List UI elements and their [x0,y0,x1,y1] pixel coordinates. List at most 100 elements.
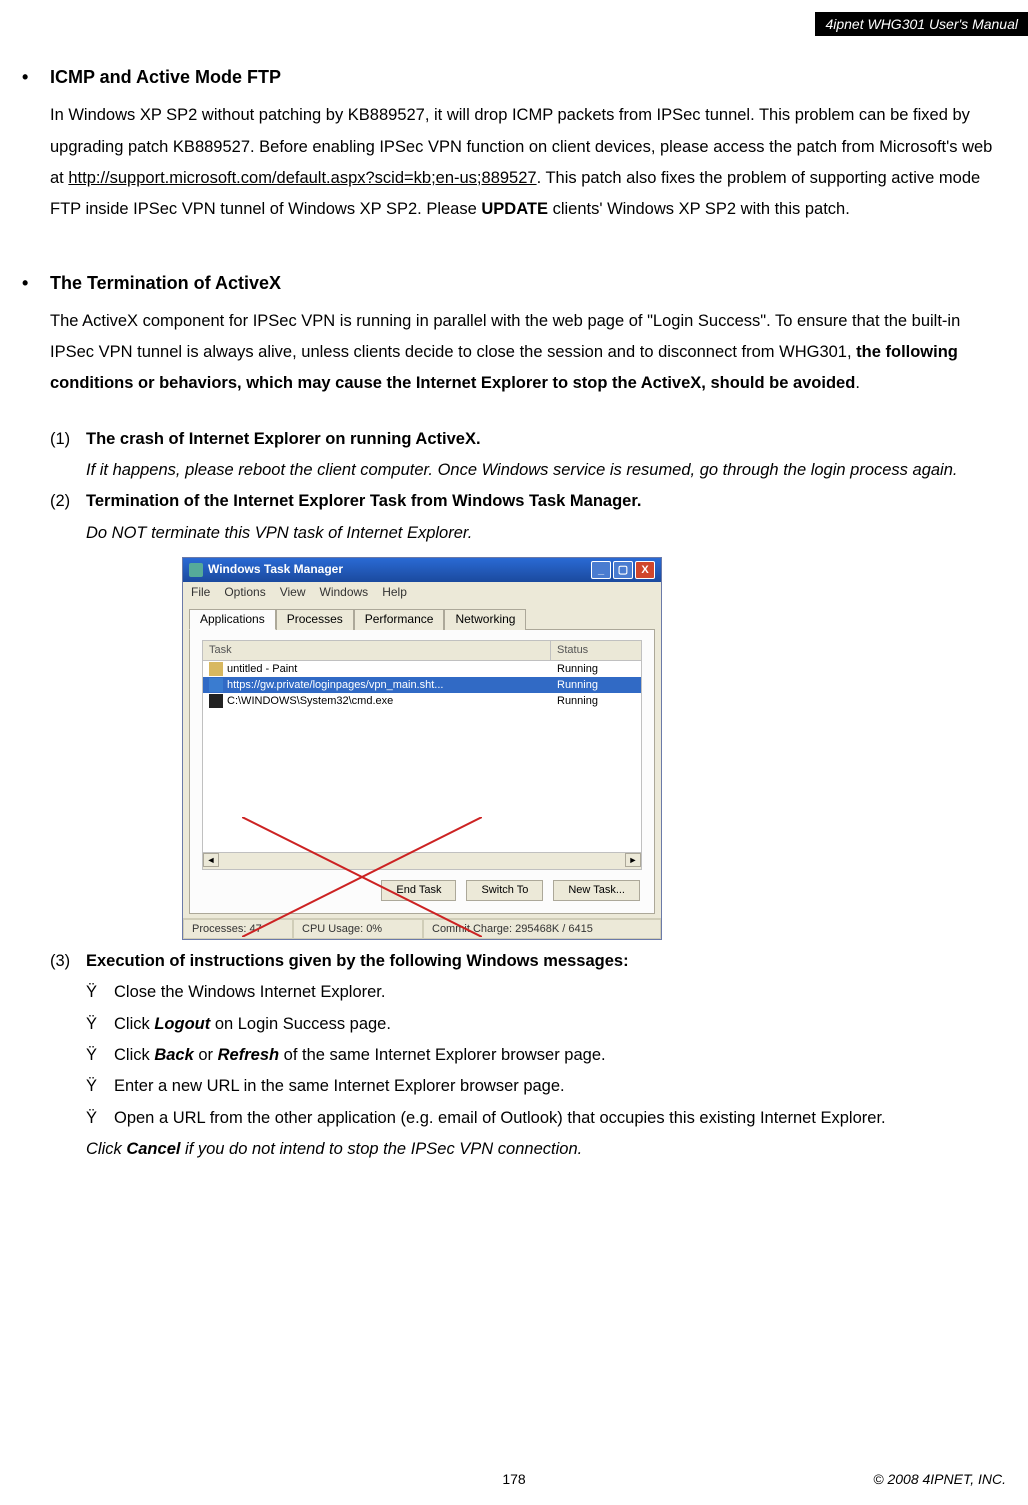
text: . [855,374,860,392]
tab-networking[interactable]: Networking [444,609,526,631]
document-body: •ICMP and Active Mode FTP In Windows XP … [0,0,1028,1165]
scroll-right-icon[interactable]: ► [625,853,641,867]
heading-text: The Termination of ActiveX [50,273,281,293]
numbered-list-continued: (3) Execution of instructions given by t… [50,946,1006,1165]
list-item: (2) Termination of the Internet Explorer… [50,486,1006,549]
list-item: (3) Execution of instructions given by t… [50,946,1006,977]
maximize-button[interactable]: ▢ [613,561,633,579]
header-title: 4ipnet WHG301 User's Manual [825,16,1018,32]
text: or [194,1046,218,1064]
new-task-button[interactable]: New Task... [553,880,640,900]
page-number: 178 [502,1471,525,1487]
task-list: Task Status untitled - Paint Running htt… [202,640,642,870]
tab-processes[interactable]: Processes [276,609,354,631]
switch-to-button[interactable]: Switch To [466,880,543,900]
cmd-icon [209,694,223,708]
tab-bar: Applications Processes Performance Netwo… [183,604,661,630]
section-paragraph: The ActiveX component for IPSec VPN is r… [50,306,1006,400]
statusbar: Processes: 47 CPU Usage: 0% Commit Charg… [183,918,661,939]
note: Click Cancel if you do not intend to sto… [86,1134,1006,1165]
bullet-icon: Ÿ [86,1103,114,1134]
task-name: C:\WINDOWS\System32\cmd.exe [227,694,557,708]
menu-item[interactable]: Help [382,585,407,601]
list-item: (1) The crash of Internet Explorer on ru… [50,424,1006,487]
sub-item: Ÿ Click Back or Refresh of the same Inte… [86,1040,1006,1071]
text: of the same Internet Explorer browser pa… [279,1046,606,1064]
status-cpu: CPU Usage: 0% [293,919,423,939]
item-number: (2) [50,486,86,549]
section-paragraph: In Windows XP SP2 without patching by KB… [50,100,1006,225]
taskmgr-screenshot: Windows Task Manager _ ▢ X File Options … [182,557,662,940]
sub-item: Ÿ Close the Windows Internet Explorer. [86,977,1006,1008]
sub-item: Ÿ Open a URL from the other application … [86,1103,1006,1134]
col-status[interactable]: Status [551,641,641,659]
status-processes: Processes: 47 [183,919,293,939]
text: on Login Success page. [210,1015,391,1033]
taskmgr-window: Windows Task Manager _ ▢ X File Options … [182,557,662,940]
section-icmp: •ICMP and Active Mode FTP In Windows XP … [22,60,1006,226]
ie-icon [209,678,223,692]
item-body: Do NOT terminate this VPN task of Intern… [86,518,1006,549]
item-body: If it happens, please reboot the client … [86,455,1006,486]
refresh-bold: Refresh [218,1046,279,1064]
item-title: Execution of instructions given by the f… [86,946,1006,977]
close-button[interactable]: X [635,561,655,579]
menubar: File Options View Windows Help [183,582,661,604]
tab-performance[interactable]: Performance [354,609,445,631]
col-task[interactable]: Task [203,641,551,659]
logout-bold: Logout [154,1015,210,1033]
section-heading: •The Termination of ActiveX [22,266,1006,300]
list-header: Task Status [203,641,641,660]
task-status: Running [557,678,635,692]
status-commit: Commit Charge: 295468K / 6415 [423,919,661,939]
end-task-button[interactable]: End Task [381,880,456,900]
heading-text: ICMP and Active Mode FTP [50,67,281,87]
task-status: Running [557,694,635,708]
scroll-left-icon[interactable]: ◄ [203,853,219,867]
h-scrollbar[interactable]: ◄ ► [203,852,641,869]
page-footer: 178 © 2008 4IPNET, INC. [0,1471,1028,1487]
table-row[interactable]: untitled - Paint Running [203,661,641,677]
sub-item: Ÿ Enter a new URL in the same Internet E… [86,1071,1006,1102]
numbered-list: (1) The crash of Internet Explorer on ru… [50,424,1006,549]
tab-applications[interactable]: Applications [189,609,276,631]
menu-item[interactable]: Options [224,585,265,601]
app-icon [189,563,203,577]
sub-text: Enter a new URL in the same Internet Exp… [114,1071,1006,1102]
text: if you do not intend to stop the IPSec V… [180,1140,582,1158]
button-row: End Task Switch To New Task... [202,870,642,902]
window-title: Windows Task Manager [208,562,591,578]
patch-link[interactable]: http://support.microsoft.com/default.asp… [68,169,536,187]
bullet-icon: Ÿ [86,1071,114,1102]
cancel-bold: Cancel [126,1140,180,1158]
text: Click [114,1046,154,1064]
window-titlebar: Windows Task Manager _ ▢ X [183,558,661,582]
menu-item[interactable]: File [191,585,210,601]
paint-icon [209,662,223,676]
bullet-icon: Ÿ [86,977,114,1008]
task-name: untitled - Paint [227,662,557,676]
sub-text: Close the Windows Internet Explorer. [114,977,1006,1008]
bullet-icon: Ÿ [86,1040,114,1071]
sub-text: Open a URL from the other application (e… [114,1103,1006,1134]
item-title: The crash of Internet Explorer on runnin… [86,424,1006,455]
table-row[interactable]: https://gw.private/loginpages/vpn_main.s… [203,677,641,693]
task-status: Running [557,662,635,676]
item-number: (3) [50,946,86,977]
item-title: Termination of the Internet Explorer Tas… [86,486,1006,517]
section-activex: •The Termination of ActiveX The ActiveX … [22,266,1006,1166]
task-name: https://gw.private/loginpages/vpn_main.s… [227,678,557,692]
text: Click [114,1015,154,1033]
minimize-button[interactable]: _ [591,561,611,579]
sub-item: Ÿ Click Logout on Login Success page. [86,1009,1006,1040]
section-heading: •ICMP and Active Mode FTP [22,60,1006,94]
copyright: © 2008 4IPNET, INC. [873,1471,1006,1487]
back-bold: Back [154,1046,193,1064]
menu-item[interactable]: Windows [320,585,369,601]
bullet-icon: Ÿ [86,1009,114,1040]
item-number: (1) [50,424,86,487]
tab-panel: Task Status untitled - Paint Running htt… [189,629,655,913]
bullet-icon: • [22,60,50,94]
table-row[interactable]: C:\WINDOWS\System32\cmd.exe Running [203,693,641,709]
menu-item[interactable]: View [280,585,306,601]
